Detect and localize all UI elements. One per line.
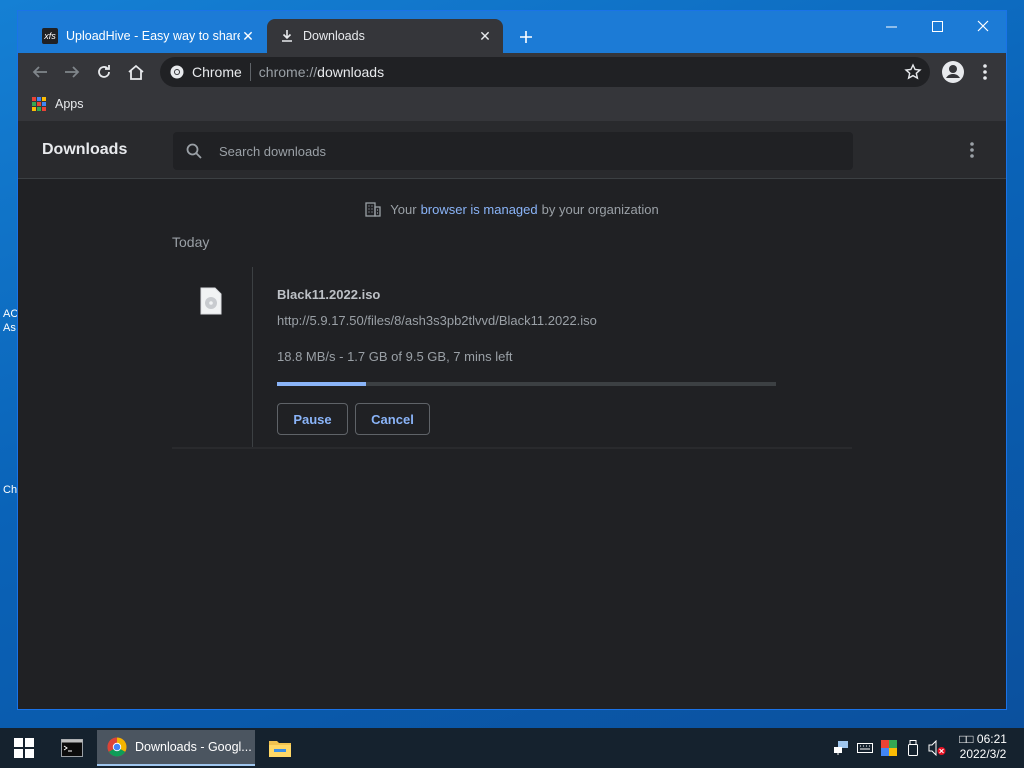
clock-date: 2022/3/2 [959,747,1007,761]
close-window-button[interactable] [960,11,1006,41]
apps-shortcut[interactable]: Apps [32,97,84,111]
home-icon [128,64,144,80]
clock-time: □□ 06:21 [959,732,1007,746]
tab-title: UploadHive - Easy way to share y [66,29,240,43]
maximize-button[interactable] [914,11,960,41]
keyboard-icon[interactable] [854,728,876,768]
home-button[interactable] [123,59,149,85]
desktop-label-line1: AC [3,308,19,320]
url-scheme: chrome:// [258,64,318,80]
desktop-label-line2: As [3,322,16,334]
close-icon [977,20,989,32]
plus-icon [520,31,532,43]
desktop-icon-label-ch[interactable]: Ch [3,483,17,497]
taskbar-chrome-label: Downloads - Googl... [135,740,252,754]
profile-avatar-icon[interactable] [940,59,966,85]
folder-icon [269,741,291,757]
disc-file-icon [200,287,222,315]
url-host: downloads [317,64,385,80]
usb-drive-icon[interactable] [902,728,924,768]
windows-logo-icon [14,738,34,758]
forward-button[interactable] [59,59,85,85]
taskbar-chrome[interactable]: Downloads - Googl... [97,730,255,766]
reload-icon [98,65,110,78]
xfs-favicon-icon: xfs [42,28,58,44]
downloads-page: Downloads Your browser is managed by you… [18,121,1006,709]
browser-toolbar: Chrome chrome://downloads [18,53,1006,91]
omnibox-divider [249,63,251,81]
downloads-header: Downloads [18,121,1006,179]
managed-prefix: Your [390,201,417,217]
chrome-logo-icon [170,65,184,79]
new-tab-button[interactable] [514,25,538,49]
page-title: Downloads [42,141,128,158]
browser-menu-button[interactable] [974,59,996,85]
taskbar-file-explorer[interactable] [260,730,300,766]
apps-grid-icon [32,97,46,111]
download-progress-bar [277,382,776,386]
chrome-window: xfs UploadHive - Easy way to share y ✕ D… [17,10,1007,710]
reload-button[interactable] [91,59,117,85]
desktop-icon-label-ac[interactable]: AC As [3,307,18,335]
address-bar[interactable]: Chrome chrome://downloads [160,57,930,87]
pause-button[interactable]: Pause [277,403,348,435]
arrow-right-icon [65,66,80,78]
downloads-menu-button[interactable] [962,138,982,162]
tab-downloads[interactable]: Downloads ✕ [267,19,503,53]
file-name[interactable]: Black11.2022.iso [277,287,380,302]
file-icon-column [172,267,253,447]
download-item: Black11.2022.iso http://5.9.17.50/files/… [172,267,852,449]
terminal-icon [61,739,83,757]
download-status: 18.8 MB/s - 1.7 GB of 9.5 GB, 7 mins lef… [277,349,513,364]
cancel-button[interactable]: Cancel [355,403,430,435]
system-clock[interactable]: □□ 06:21 2022/3/2 [952,732,1014,762]
network-icon[interactable] [830,728,852,768]
taskbar: Downloads - Googl... □□ 06:21 2022/3/2 [0,728,1024,768]
download-progress-fill [277,382,367,386]
title-bar[interactable]: xfs UploadHive - Easy way to share y ✕ D… [18,11,1006,53]
arrow-left-icon [32,66,47,78]
maximize-icon [931,20,943,32]
managed-link[interactable]: browser is managed [421,202,538,217]
search-box[interactable] [173,132,853,170]
search-input[interactable] [217,142,821,160]
tab-uploadhive[interactable]: xfs UploadHive - Easy way to share y ✕ [30,19,266,53]
minimize-icon [885,26,897,27]
minimize-button[interactable] [868,11,914,41]
building-icon [365,202,381,217]
volume-muted-icon[interactable] [926,728,948,768]
site-info-chip[interactable]: Chrome [170,64,242,80]
site-chip-label: Chrome [192,64,242,80]
kebab-menu-icon [983,64,987,80]
managed-suffix: by your organization [541,201,659,217]
close-tab-icon[interactable]: ✕ [240,28,256,44]
url-text[interactable]: chrome://downloads [259,64,384,80]
color-app-icon[interactable] [878,728,900,768]
bookmark-star-icon[interactable] [904,63,922,81]
search-icon [186,143,202,159]
kebab-menu-icon [970,142,974,158]
managed-notice: Your browser is managed by your organiza… [18,201,1006,217]
tab-title: Downloads [303,29,365,43]
download-icon [279,28,295,44]
chrome-logo-icon [107,737,127,757]
date-group-header: Today [172,234,210,250]
back-button[interactable] [27,59,53,85]
taskbar-terminal[interactable] [52,730,92,766]
close-tab-icon[interactable]: ✕ [477,28,493,44]
start-button[interactable] [0,728,48,768]
file-url[interactable]: http://5.9.17.50/files/8/ash3s3pb2tlvvd/… [277,313,597,328]
bookmarks-bar: Apps [18,91,1006,121]
apps-label: Apps [55,97,84,111]
